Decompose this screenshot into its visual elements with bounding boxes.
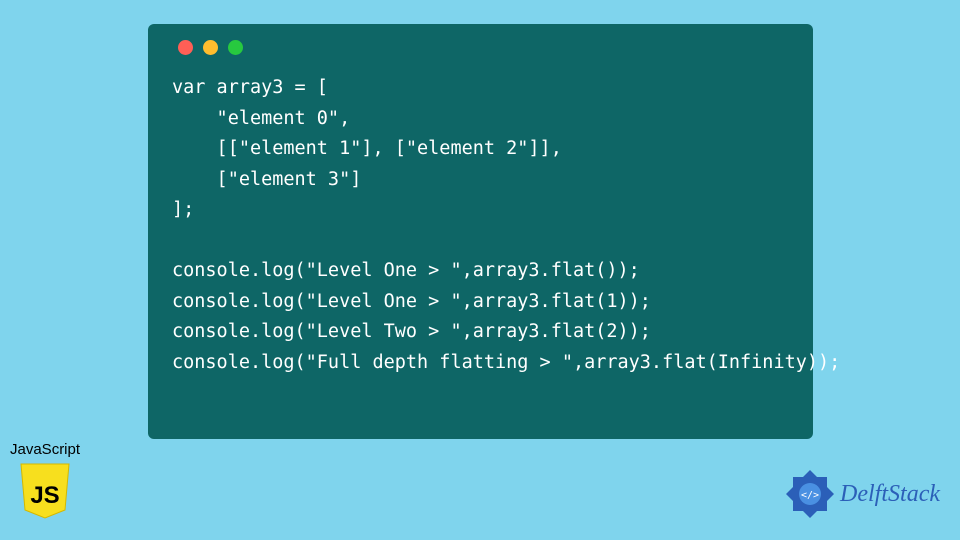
delftstack-logo: </> DelftStack bbox=[784, 468, 940, 520]
close-icon bbox=[178, 40, 193, 55]
maximize-icon bbox=[228, 40, 243, 55]
delftstack-name: DelftStack bbox=[840, 481, 940, 508]
window-controls bbox=[178, 40, 789, 55]
javascript-shield-icon: JS bbox=[19, 462, 71, 520]
code-window: var array3 = [ "element 0", [["element 1… bbox=[148, 24, 813, 439]
javascript-badge: JavaScript JS bbox=[10, 441, 80, 520]
javascript-label: JavaScript bbox=[10, 441, 80, 458]
svg-text:</>: </> bbox=[801, 490, 819, 501]
minimize-icon bbox=[203, 40, 218, 55]
delftstack-icon: </> bbox=[784, 468, 836, 520]
js-badge-text: JS bbox=[30, 482, 59, 510]
code-content: var array3 = [ "element 0", [["element 1… bbox=[172, 73, 789, 378]
